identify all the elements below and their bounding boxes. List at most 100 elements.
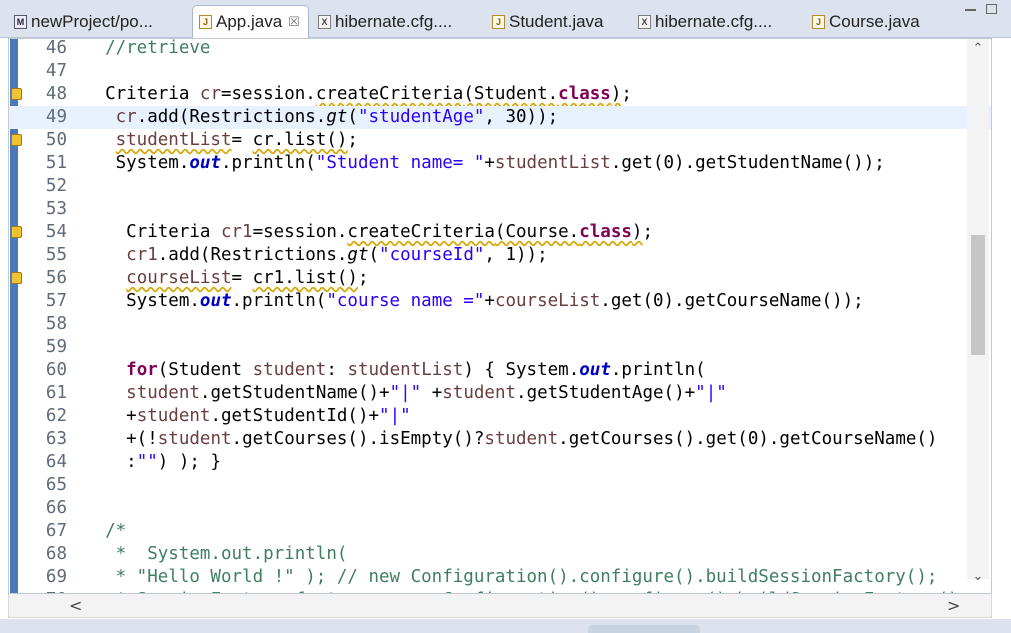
code-token: .getStudentId()+ [210,406,380,426]
code-line[interactable]: 52 [9,175,991,198]
vertical-scrollbar[interactable]: ⌃ ⌄ [967,39,989,584]
code-line[interactable]: 65 [9,474,991,497]
code-token: cr.list() [252,130,348,150]
code-line[interactable]: 55 cr1.add(Restrictions.gt("courseId", 1… [9,244,991,267]
line-number: 56 [45,268,67,288]
code-token: cr [199,84,221,104]
code-line[interactable]: 68 * System.out.println( [9,543,991,566]
code-text: * "Hello World !" ); // new Configuratio… [84,566,938,589]
code-line[interactable]: 53 [9,198,991,221]
code-line[interactable]: 60 for(Student student: studentList) { S… [9,359,991,382]
code-token: studentList [115,130,232,150]
code-token: , 1)); [484,245,548,265]
code-token: : [84,452,137,472]
tab-student-java[interactable]: J Student.java [492,7,604,36]
tab-course-java[interactable]: J Course.java [812,7,920,36]
code-token: = [231,130,253,150]
code-line[interactable]: 61 student.getStudentName()+"|" +student… [9,382,991,405]
code-line[interactable]: 59 [9,336,991,359]
code-token: + [84,406,137,426]
java-file-icon: J [199,15,212,29]
tab-label: newProject/po... [31,11,153,31]
line-number: 49 [45,107,67,127]
status-bar [0,619,1011,633]
code-token: +(! [84,429,158,449]
code-token: student [252,360,327,380]
code-token: * System.out.println( [84,544,348,564]
scroll-left-icon[interactable]: < [69,596,82,615]
code-token: "|" [389,383,422,403]
tab-label: App.java [216,12,283,31]
code-line[interactable]: 54 Criteria cr1=session.createCriteria(C… [9,221,991,244]
line-number: 57 [45,291,67,311]
tab-hibernate-cfg-1[interactable]: X hibernate.cfg.... [318,7,452,36]
code-token: out [189,153,221,173]
code-line[interactable]: 51 System.out.println("Student name= "+s… [9,152,991,175]
scroll-up-icon[interactable]: ⌃ [967,41,989,56]
code-text: +(!student.getCourses().isEmpty()?studen… [84,428,937,451]
code-token: student [442,383,517,403]
code-text: Criteria cr=session.createCriteria(Stude… [84,83,632,106]
code-token: ; [642,222,653,242]
maximize-icon[interactable] [986,4,997,14]
code-line[interactable]: 50 studentList= cr.list(); [9,129,991,152]
close-tab-icon[interactable]: ☒ [288,14,300,30]
code-text: :"") ); } [84,451,221,474]
code-line[interactable]: 62 +student.getStudentId()+"|" [9,405,991,428]
code-line[interactable]: 58 [9,313,991,336]
tab-label: hibernate.cfg.... [335,11,453,31]
code-text: student.getStudentName()+"|" +student.ge… [84,382,727,405]
code-line[interactable]: 67 /* [9,520,991,543]
code-line[interactable]: 48 Criteria cr=session.createCriteria(St… [9,83,991,106]
horizontal-scrollbar[interactable]: < > [8,594,992,618]
code-token: + [421,383,443,403]
code-line[interactable]: 49 cr.add(Restrictions.gt("studentAge", … [9,106,991,129]
line-number: 67 [45,521,67,541]
code-line[interactable]: 63 +(!student.getCourses().isEmpty()?stu… [9,428,991,451]
code-token: System. [84,291,200,311]
tab-hibernate-cfg-2[interactable]: X hibernate.cfg.... [638,7,772,36]
code-token: courseList [126,268,232,288]
code-token: courseList [494,291,601,311]
line-number: 62 [45,406,67,426]
code-line[interactable]: 69 * "Hello World !" ); // new Configura… [9,566,991,589]
code-token: .println( [220,153,316,173]
minimize-icon[interactable] [965,4,976,11]
editor-tab-bar: M newProject/po... J App.java ☒ X hibern… [0,0,1011,38]
code-token: ( [347,107,358,127]
tab-app-java[interactable]: J App.java ☒ [192,5,309,38]
code-line[interactable]: 66 [9,497,991,520]
code-token: "|" [695,383,727,403]
scrollbar-thumb[interactable] [971,235,985,355]
code-text: courseList= cr1.list(); [84,267,368,290]
panel-resize-handle[interactable] [588,625,700,633]
code-line[interactable]: 57 System.out.println("course name ="+co… [9,290,991,313]
tab-pom-xml[interactable]: M newProject/po... [14,7,153,36]
code-token: //retrieve [84,38,211,58]
code-line[interactable]: 46 //retrieve [9,38,991,60]
code-token: * "Hello World !" ); // new Configuratio… [84,567,938,587]
code-line[interactable]: 47 [9,60,991,83]
line-number: 52 [45,176,67,196]
code-token: .add(Restrictions. [136,107,327,127]
line-number: 69 [45,567,67,587]
code-editor[interactable]: 46 //retrieve 47 48 Criteria cr=session.cr… [8,38,992,594]
code-text: * System.out.println( [84,543,348,566]
scroll-right-icon[interactable]: > [947,596,960,615]
code-token: = [231,268,253,288]
line-number: 53 [45,199,67,219]
code-token: "Student name= " [315,153,485,173]
code-line[interactable]: 64 :"") ); } [9,451,991,474]
code-token: .getStudentName()+ [199,383,390,403]
tab-label: Student.java [509,11,604,31]
scroll-down-icon[interactable]: ⌄ [967,569,989,584]
code-line[interactable]: 56 courseList= cr1.list(); [9,267,991,290]
tab-label: Course.java [829,11,920,31]
code-token: Criteria [84,84,200,104]
code-token: createCriteria [315,84,464,104]
